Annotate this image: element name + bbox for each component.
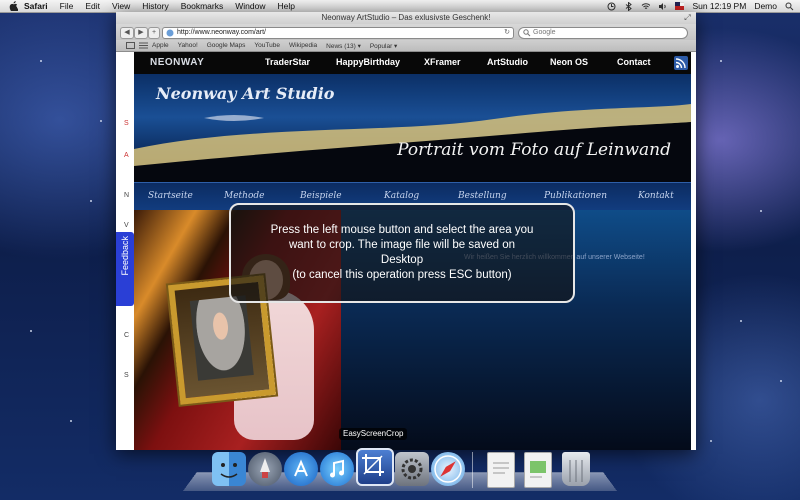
back-button[interactable]: ◀	[120, 27, 134, 39]
subnav-kontakt[interactable]: Kontakt	[638, 191, 674, 201]
nav-happybirthday[interactable]: HappyBirthday	[336, 57, 400, 67]
feedback-tab[interactable]: Feedback	[116, 232, 134, 306]
bookmark-apple[interactable]: Apple	[152, 42, 169, 49]
menu-window[interactable]: Window	[235, 1, 265, 11]
banner-subtitle: Portrait vom Foto auf Leinwand	[397, 140, 671, 160]
flag-icon[interactable]	[675, 2, 685, 11]
bookmark-popular[interactable]: Popular ▾	[370, 42, 397, 50]
finder-icon[interactable]	[212, 452, 246, 486]
bookmark-news[interactable]: News (13) ▾	[326, 42, 361, 50]
nav-xframer[interactable]: XFramer	[424, 57, 461, 67]
nav-contact[interactable]: Contact	[617, 57, 651, 67]
subnav-beispiele[interactable]: Beispiele	[300, 191, 342, 201]
document-icon[interactable]	[487, 452, 515, 488]
crop-instructions-dialog: Press the left mouse button and select t…	[229, 203, 575, 303]
nav-artstudio[interactable]: ArtStudio	[487, 57, 528, 67]
menu-history[interactable]: History	[142, 1, 168, 11]
apple-menu-icon[interactable]	[8, 1, 18, 11]
url-text: http://www.neonway.com/art/	[177, 29, 266, 36]
bookmark-yahoo[interactable]: Yahoo!	[178, 42, 198, 49]
dock-separator	[472, 452, 473, 488]
fullscreen-icon[interactable]: ⤢	[683, 13, 692, 22]
instructions-line-3: Desktop	[380, 254, 424, 266]
neonway-logo[interactable]: NEONWAY	[150, 57, 204, 68]
browser-toolbar: ◀ ▶ + http://www.neonway.com/art/ ↻ Goog…	[116, 24, 696, 40]
window-titlebar[interactable]: Neonway ArtStudio – Das exlusivste Gesch…	[116, 12, 696, 24]
menu-edit[interactable]: Edit	[85, 1, 100, 11]
subnav-publikationen[interactable]: Publikationen	[544, 191, 607, 201]
banner-title: Neonway Art Studio	[156, 84, 335, 103]
menu-clock[interactable]: Sun 12:19 PM	[692, 1, 746, 11]
safari-icon[interactable]	[431, 452, 465, 486]
bluetooth-icon[interactable]	[624, 1, 633, 11]
menu-app-name[interactable]: Safari	[24, 1, 48, 11]
bookmark-youtube[interactable]: YouTube	[254, 42, 280, 49]
subnav-methode[interactable]: Methode	[224, 191, 264, 201]
subnav-startseite[interactable]: Startseite	[148, 191, 193, 201]
nav-neon-os[interactable]: Neon OS	[550, 57, 588, 67]
bookmark-wikipedia[interactable]: Wikipedia	[289, 42, 317, 49]
window-title: Neonway ArtStudio – Das exlusivste Gesch…	[321, 13, 491, 22]
rss-icon[interactable]	[674, 56, 688, 70]
menu-file[interactable]: File	[60, 1, 74, 11]
app-store-icon[interactable]	[284, 452, 318, 486]
volume-icon[interactable]	[658, 2, 667, 11]
address-bar[interactable]: http://www.neonway.com/art/ ↻	[162, 27, 514, 39]
nav-traderstar[interactable]: TraderStar	[265, 57, 310, 67]
instructions-line-4: (to cancel this operation press ESC butt…	[292, 269, 512, 281]
instructions-line-2: want to crop. The image file will be sav…	[288, 239, 516, 251]
easyscreencrop-icon[interactable]	[356, 448, 394, 486]
menu-help[interactable]: Help	[277, 1, 294, 11]
document-icon-2[interactable]	[524, 452, 552, 488]
reading-list-icon[interactable]	[126, 42, 135, 49]
launchpad-icon[interactable]	[248, 452, 282, 486]
wifi-icon[interactable]	[641, 2, 651, 11]
bookmarks-grid-icon[interactable]	[139, 42, 148, 49]
site-banner: Neonway Art Studio Portrait vom Foto auf…	[134, 74, 691, 182]
forward-button[interactable]: ▶	[134, 27, 148, 39]
search-field[interactable]: Google	[518, 27, 688, 39]
search-placeholder: Google	[533, 29, 556, 36]
feedback-label: Feedback	[120, 236, 130, 276]
subnav-katalog[interactable]: Katalog	[384, 191, 419, 201]
bookmark-google-maps[interactable]: Google Maps	[207, 42, 246, 49]
time-machine-icon[interactable]	[607, 2, 616, 11]
subnav-bestellung[interactable]: Bestellung	[458, 191, 507, 201]
framed-portrait	[189, 295, 254, 381]
trash-icon[interactable]	[562, 452, 590, 486]
spotlight-icon[interactable]	[785, 2, 794, 11]
menu-user[interactable]: Demo	[754, 1, 777, 11]
reload-icon[interactable]: ↻	[504, 28, 510, 38]
itunes-icon[interactable]	[320, 452, 354, 486]
bookmarks-bar: Apple Yahoo! Google Maps YouTube Wikiped…	[116, 40, 696, 52]
add-tab-button[interactable]: +	[148, 27, 160, 39]
site-nav: NEONWAY TraderStar HappyBirthday XFramer…	[134, 52, 691, 74]
instructions-line-1: Press the left mouse button and select t…	[270, 224, 534, 236]
easyscreencrop-label: EasyScreenCrop	[339, 428, 408, 440]
menu-view[interactable]: View	[112, 1, 130, 11]
site-favicon-icon	[166, 29, 174, 37]
search-icon	[523, 29, 531, 37]
system-preferences-icon[interactable]	[395, 452, 429, 486]
menu-bookmarks[interactable]: Bookmarks	[181, 1, 224, 11]
